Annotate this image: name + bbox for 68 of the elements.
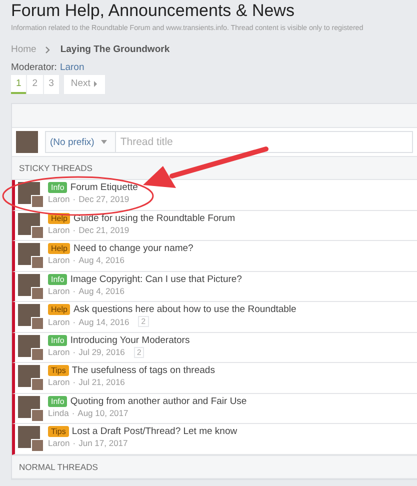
prefix-label[interactable]: Help [48,304,70,315]
meta-separator: · [72,286,76,296]
thread-title-link[interactable]: Forum Etiquette [70,182,138,193]
moderator-label: Moderator: [11,62,57,73]
meta-separator: · [72,347,76,357]
thread-title-link[interactable]: Lost a Draft Post/Thread? Let me know [72,426,238,437]
caret-icon [101,140,108,144]
page-link[interactable]: 2 [138,316,149,327]
author-link[interactable]: Laron [48,255,70,265]
author-link[interactable]: Linda [48,408,69,418]
page-link[interactable]: 1 [11,75,26,94]
author-link[interactable]: Laron [48,224,70,234]
thread-row[interactable]: Info Quoting from another author and Fair Use Linda · Aug 10, 2017 [12,394,417,424]
moderator-link[interactable]: Laron [60,62,84,73]
meta-separator: · [72,194,76,204]
avatar-placeholder [16,131,38,153]
section-header: NORMAL THREADS [12,454,417,478]
prefix-label[interactable]: Info [48,182,68,193]
thread-date[interactable]: Aug 14, 2016 [78,316,130,326]
prefix-label[interactable]: Tips [48,365,69,376]
meta-separator: · [72,438,76,448]
thread-title-link[interactable]: Quoting from another author and Fair Use [70,396,247,406]
meta-separator: · [72,408,75,418]
thread-title-link[interactable]: Image Copyright: Can I use that Picture? [70,274,242,284]
page-link[interactable]: 3 [44,75,59,94]
author-link[interactable]: Laron [48,438,70,448]
thread-row[interactable]: Tips Lost a Draft Post/Thread? Let me know Laron · Jun 17, 2017 [12,424,417,454]
thread-row[interactable]: Help Ask questions here about how to use the Roundtable Laron · Aug 14, 2016 2 [12,302,417,332]
breadcrumb-link[interactable]: Home [11,44,36,55]
meta-separator: · [72,224,76,234]
author-link[interactable]: Laron [48,347,70,357]
thread-date[interactable]: Aug 4, 2016 [78,286,124,296]
thread-row[interactable]: Info Forum Etiquette Laron · Dec 27, 2019 [12,180,417,210]
meta-separator: · [72,377,76,387]
prefix-label[interactable]: Help [48,243,70,254]
caret-icon [93,80,98,86]
thread-title-link[interactable]: The usefulness of tags on threads [72,365,215,376]
thread-date[interactable]: Jun 17, 2017 [78,438,128,448]
page-link[interactable]: 2 [27,75,43,94]
next-button[interactable]: Next [64,75,106,94]
prefix-label[interactable]: Info [48,274,68,284]
thread-row[interactable]: Tips The usefulness of tags on threads Laron · Jul 21, 2016 [12,363,417,394]
prefix-label[interactable]: Info [48,396,68,406]
thread-date[interactable]: Aug 10, 2017 [78,408,128,418]
thread-date[interactable]: Aug 4, 2016 [78,255,124,265]
thread-date[interactable]: Dec 27, 2019 [78,194,130,204]
meta-separator: · [72,255,76,265]
author-link[interactable]: Laron [48,377,70,387]
prefix-label[interactable]: Tips [48,426,69,437]
author-link[interactable]: Laron [48,316,70,326]
thread-row[interactable]: Info Image Copyright: Can I use that Picture? Laron · Aug 4, 2016 [12,272,417,302]
author-link[interactable]: Laron [48,286,70,296]
thread-date[interactable]: Jul 29, 2016 [78,347,125,357]
thread-title-field[interactable]: (No prefix) Thread title [45,131,413,153]
thread-title-link[interactable]: Need to change your name? [73,243,194,254]
thread-title-link[interactable]: Ask questions here about how to use the Roundtable [73,304,296,315]
thread-date[interactable]: Dec 21, 2019 [78,224,130,234]
chevron-icon [45,46,52,54]
page-link[interactable]: 2 [134,346,144,358]
meta-separator: · [72,316,76,326]
forum-title: Forum Help, Announcements & News [11,0,296,21]
thread-date[interactable]: Jul 21, 2016 [78,377,125,387]
prefix-label[interactable]: Info [48,334,68,346]
author-link[interactable]: Laron [48,194,70,204]
thread-row[interactable]: Info Introducing Your Moderators Laron · Jul 29, 2016 2 [12,332,417,363]
breadcrumb-link[interactable]: Laying The Groundwork [60,44,170,55]
thread-title-link[interactable]: Introducing Your Moderators [70,334,190,346]
thread-row[interactable]: Help Need to change your name? Laron · Aug 4, 2016 [12,241,417,272]
